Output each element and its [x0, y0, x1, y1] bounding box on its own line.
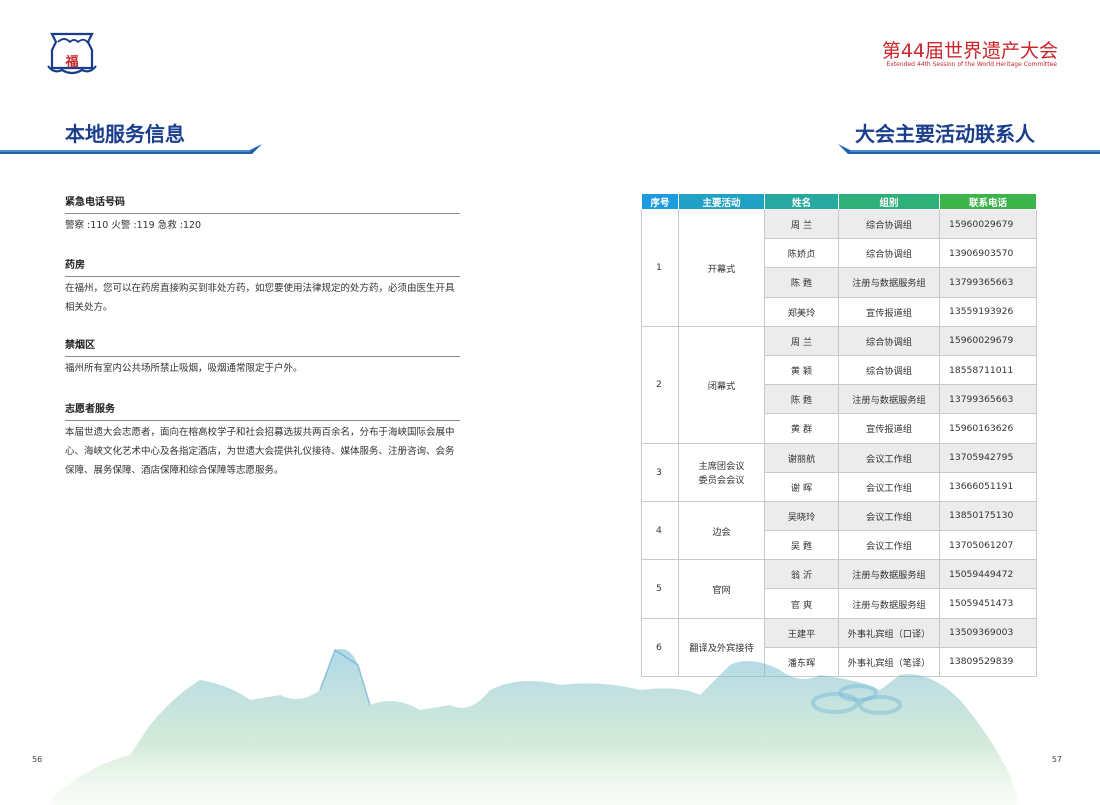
cell-seq: 1	[641, 209, 679, 327]
info-body: 在福州，您可以在药房直接购买到非处方药，如您要使用法律规定的处方药，必须由医生开…	[65, 283, 455, 313]
cell-phone: 13559193926	[939, 296, 1037, 327]
info-body: 福州所有室内公共场所禁止吸烟，吸烟通常限定于户外。	[65, 363, 303, 374]
info-heading: 志愿者服务	[65, 400, 460, 421]
cell-phone: 13705942795	[939, 442, 1037, 473]
header-activity: 主要活动	[678, 193, 765, 210]
cell-group: 会议工作组	[838, 500, 940, 532]
info-body: 警察 :110 火警 :119 急救 :120	[65, 220, 202, 231]
cell-group: 注册与数据服务组	[838, 267, 940, 298]
event-title: 第44届世界遗产大会	[881, 40, 1058, 62]
title-underline-right	[838, 144, 1100, 154]
info-heading: 紧急电话号码	[65, 193, 460, 214]
cell-name: 周 兰	[764, 208, 839, 240]
cell-group: 综合协调组	[838, 354, 940, 386]
cell-phone: 13666051191	[939, 471, 1037, 502]
table-row: 5 官网翁 沂注册与数据服务组 15059449472	[641, 559, 1037, 619]
cell-phone: 15059449472	[939, 559, 1037, 590]
cell-phone: 15960163626	[939, 413, 1037, 444]
cell-phone: 13799365663	[939, 384, 1037, 415]
info-heading: 禁烟区	[65, 336, 460, 357]
info-emergency: 紧急电话号码 警察 :110 火警 :119 急救 :120	[65, 193, 460, 235]
cell-seq: 4	[641, 500, 679, 561]
info-heading: 药房	[65, 256, 460, 277]
logo: 福	[44, 28, 100, 78]
cell-phone: 15059451473	[939, 588, 1037, 619]
header-name: 姓名	[764, 193, 839, 210]
cell-phone: 13850175130	[939, 500, 1037, 532]
cell-name: 黄 群	[764, 413, 839, 444]
cell-name: 黄 颖	[764, 354, 839, 386]
cell-seq: 3	[641, 442, 679, 502]
logo-character: 福	[65, 55, 79, 70]
cell-activity: 主席团会议 委员会会议	[678, 442, 765, 502]
page-number-left: 56	[32, 755, 43, 764]
cell-group: 会议工作组	[838, 442, 940, 473]
cell-name: 王建平	[764, 617, 839, 648]
cell-group: 注册与数据服务组	[838, 588, 940, 619]
cell-group: 外事礼宾组（口译）	[838, 617, 940, 648]
cell-phone: 15960029679	[939, 208, 1037, 240]
cell-activity: 官网	[678, 559, 765, 619]
cell-group: 注册与数据服务组	[838, 384, 940, 415]
cell-group: 会议工作组	[838, 471, 940, 502]
cell-activity: 开幕式	[678, 209, 765, 327]
cell-group: 宣传报道组	[838, 296, 940, 327]
header-phone: 联系电话	[939, 193, 1037, 210]
cell-seq: 5	[641, 559, 679, 619]
table-header-row: 序号 主要活动 姓名 组别 联系电话	[641, 193, 1037, 210]
cell-name: 谢丽航	[764, 442, 839, 473]
cell-name: 周 兰	[764, 325, 839, 356]
table-row: 2 闭幕式周 兰综合协调组 15960029679	[641, 325, 1037, 444]
cell-phone: 13509369003	[939, 617, 1037, 648]
cell-group: 注册与数据服务组	[838, 559, 940, 590]
cell-name: 郑美玲	[764, 296, 839, 327]
table-row: 4 边会 吴晓玲 会议工作组 13850175130	[641, 500, 1037, 561]
cell-group: 宣传报道组	[838, 413, 940, 444]
page-number-right: 57	[1051, 755, 1062, 764]
cell-activity: 闭幕式	[678, 325, 765, 444]
cell-name: 陈 甦	[764, 267, 839, 298]
contacts-table: 序号 主要活动 姓名 组别 联系电话 1 开幕式周 兰综合协调组 159600296…	[641, 193, 1037, 678]
cell-group: 会议工作组	[838, 530, 940, 561]
cell-name: 官 爽	[764, 588, 839, 619]
cell-name: 陈娇贞	[764, 238, 839, 269]
cell-group: 综合协调组	[838, 238, 940, 269]
table-row: 3 主席团会议 委员会会议 谢丽航 会议工作组 13705942795	[641, 442, 1037, 502]
cell-group: 综合协调组	[838, 208, 940, 240]
cell-phone: 13705061207	[939, 530, 1037, 561]
header-group: 组别	[838, 193, 940, 210]
event-subtitle: Extended 44th Session of the World Herit…	[886, 61, 1057, 68]
cell-name: 翁 沂	[764, 559, 839, 590]
cell-activity: 边会	[678, 500, 765, 561]
title-underline-left	[0, 144, 262, 154]
info-no-smoking: 禁烟区 福州所有室内公共场所禁止吸烟，吸烟通常限定于户外。	[65, 336, 460, 378]
cell-seq: 2	[641, 325, 679, 444]
cell-name: 吴晓玲	[764, 500, 839, 532]
cell-phone: 13906903570	[939, 238, 1037, 269]
cell-phone: 18558711011	[939, 354, 1037, 386]
cell-group: 综合协调组	[838, 325, 940, 356]
table-row: 1 开幕式周 兰综合协调组 15960029679	[641, 208, 1037, 327]
cell-name: 吴 甦	[764, 530, 839, 561]
info-body: 本届世遗大会志愿者，面向在榕高校学子和社会招募选拔共两百余名，分布于海峡国际会展…	[65, 427, 455, 476]
cell-phone: 15960029679	[939, 325, 1037, 356]
cell-name: 谢 晖	[764, 471, 839, 502]
table-row: 6 翻译及外宾接待 王建平 外事礼宾组（口译） 13509369003	[641, 617, 1037, 678]
cell-name: 陈 甦	[764, 384, 839, 415]
info-volunteer: 志愿者服务 本届世遗大会志愿者，面向在榕高校学子和社会招募选拔共两百余名，分布于…	[65, 400, 460, 480]
info-pharmacy: 药房 在福州，您可以在药房直接购买到非处方药，如您要使用法律规定的处方药，必须由…	[65, 256, 460, 317]
landscape-illustration	[50, 648, 1020, 805]
header-seq: 序号	[641, 193, 679, 210]
cell-phone: 13799365663	[939, 267, 1037, 298]
